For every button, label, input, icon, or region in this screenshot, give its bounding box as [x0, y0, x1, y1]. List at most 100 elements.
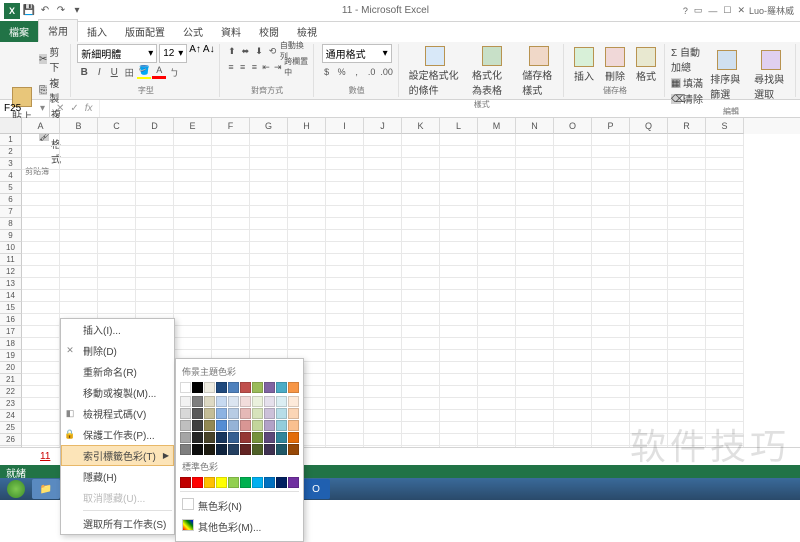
col-header[interactable]: C [98, 118, 136, 134]
cell[interactable] [174, 242, 212, 254]
ctx-item[interactable]: 🔒保護工作表(P)... [61, 424, 174, 445]
cell[interactable] [668, 422, 706, 434]
cell[interactable] [22, 350, 60, 362]
color-swatch[interactable] [192, 382, 203, 393]
cell[interactable] [592, 254, 630, 266]
cell[interactable] [592, 266, 630, 278]
cell[interactable] [592, 158, 630, 170]
cell[interactable] [516, 206, 554, 218]
cell[interactable] [554, 350, 592, 362]
cell[interactable] [364, 302, 402, 314]
cell[interactable] [478, 278, 516, 290]
cell[interactable] [288, 170, 326, 182]
col-header[interactable]: R [668, 118, 706, 134]
indent-dec-icon[interactable]: ⇤ [261, 60, 272, 74]
select-all-corner[interactable] [0, 118, 22, 134]
cell[interactable] [402, 290, 440, 302]
cell[interactable] [668, 386, 706, 398]
cell[interactable] [402, 146, 440, 158]
cell[interactable] [364, 410, 402, 422]
cell[interactable] [288, 242, 326, 254]
font-size-combo[interactable]: 12▾ [159, 44, 187, 63]
cell[interactable] [554, 242, 592, 254]
cell[interactable] [60, 278, 98, 290]
cell[interactable] [402, 386, 440, 398]
cell[interactable] [440, 170, 478, 182]
cell[interactable] [402, 266, 440, 278]
cell[interactable] [174, 170, 212, 182]
row-header[interactable]: 1 [0, 134, 22, 146]
cell[interactable] [364, 398, 402, 410]
cell[interactable] [592, 350, 630, 362]
align-mid-icon[interactable]: ⬌ [239, 44, 252, 58]
row-header[interactable]: 4 [0, 170, 22, 182]
merge-button[interactable]: 跨欄置中 [284, 60, 308, 74]
color-swatch[interactable] [180, 444, 191, 455]
color-swatch[interactable] [264, 432, 275, 443]
cell[interactable] [516, 230, 554, 242]
align-center-icon[interactable]: ≡ [237, 60, 248, 74]
cell[interactable] [554, 314, 592, 326]
color-swatch[interactable] [204, 382, 215, 393]
cell[interactable] [136, 254, 174, 266]
cell[interactable] [288, 206, 326, 218]
cell[interactable] [668, 158, 706, 170]
cell[interactable] [668, 350, 706, 362]
font-name-combo[interactable]: 新細明體▾ [77, 44, 157, 63]
color-swatch[interactable] [216, 432, 227, 443]
cell[interactable] [212, 194, 250, 206]
cell[interactable] [478, 338, 516, 350]
cell[interactable] [592, 386, 630, 398]
cell[interactable] [174, 206, 212, 218]
cell[interactable] [592, 242, 630, 254]
cell[interactable] [516, 422, 554, 434]
cell[interactable] [668, 266, 706, 278]
cell[interactable] [554, 230, 592, 242]
cell[interactable] [554, 218, 592, 230]
cell[interactable] [478, 194, 516, 206]
col-header[interactable]: O [554, 118, 592, 134]
cell[interactable] [478, 314, 516, 326]
cell[interactable] [22, 134, 60, 146]
cell[interactable] [478, 170, 516, 182]
cell[interactable] [516, 374, 554, 386]
cell[interactable] [554, 158, 592, 170]
cell[interactable] [326, 410, 364, 422]
cell[interactable] [706, 194, 744, 206]
col-header[interactable]: M [478, 118, 516, 134]
cell[interactable] [554, 338, 592, 350]
cell[interactable] [22, 362, 60, 374]
cell[interactable] [706, 242, 744, 254]
color-swatch[interactable] [288, 396, 299, 407]
cell[interactable] [706, 290, 744, 302]
color-swatch[interactable] [252, 420, 263, 431]
color-swatch[interactable] [288, 432, 299, 443]
color-swatch[interactable] [204, 477, 215, 488]
cell[interactable] [706, 230, 744, 242]
color-swatch[interactable] [228, 382, 239, 393]
cell[interactable] [440, 266, 478, 278]
cell[interactable] [478, 182, 516, 194]
cell[interactable] [288, 254, 326, 266]
cell[interactable] [516, 362, 554, 374]
cell[interactable] [440, 410, 478, 422]
cell[interactable] [250, 230, 288, 242]
cell[interactable] [212, 170, 250, 182]
color-swatch[interactable] [192, 396, 203, 407]
enter-icon[interactable]: ✓ [70, 103, 78, 114]
color-swatch[interactable] [276, 396, 287, 407]
format-table-button[interactable]: 格式化為表格 [468, 44, 515, 99]
ctx-item[interactable]: 索引標籤色彩(T)▶ [61, 445, 174, 466]
color-swatch[interactable] [180, 420, 191, 431]
cell[interactable] [478, 134, 516, 146]
cell[interactable] [22, 374, 60, 386]
cell[interactable] [478, 422, 516, 434]
cell[interactable] [22, 254, 60, 266]
cell[interactable] [668, 134, 706, 146]
cell[interactable] [554, 422, 592, 434]
cell[interactable] [630, 230, 668, 242]
cell[interactable] [516, 302, 554, 314]
cell[interactable] [440, 230, 478, 242]
ribbon-collapse-icon[interactable]: ▭ [694, 5, 703, 16]
cell[interactable] [174, 230, 212, 242]
